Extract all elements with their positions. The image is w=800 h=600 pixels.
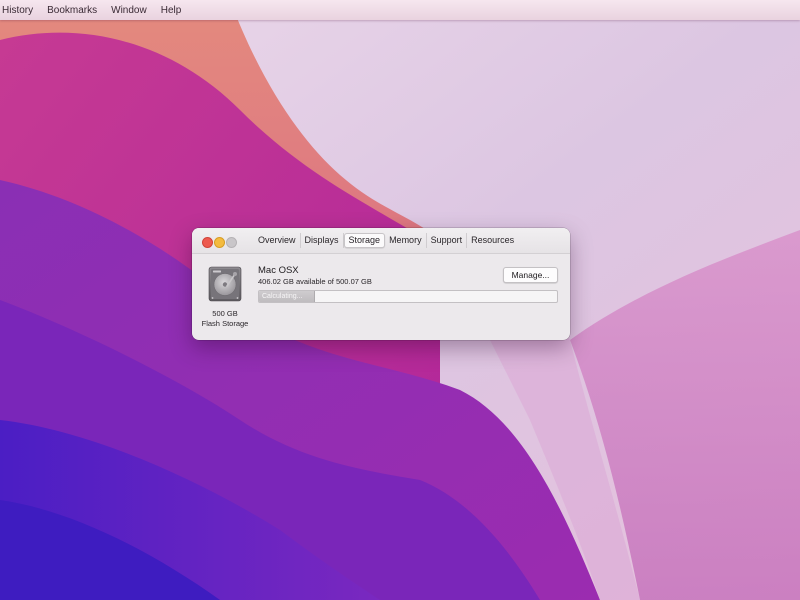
menu-help[interactable]: Help (161, 5, 182, 16)
about-this-mac-window: Overview Displays Storage Memory Support… (192, 228, 570, 340)
volume-name: Mac OSX (258, 265, 299, 276)
zoom-button (226, 237, 237, 248)
volume-availability: 406.02 GB available of 500.07 GB (258, 277, 372, 286)
hard-drive-icon (208, 266, 242, 302)
tab-support[interactable]: Support (427, 233, 468, 248)
menu-window[interactable]: Window (111, 5, 147, 16)
tab-storage[interactable]: Storage (343, 233, 386, 248)
minimize-button[interactable] (214, 237, 225, 248)
tab-memory[interactable]: Memory (385, 233, 427, 248)
drive-capacity-label: 500 GB (212, 309, 238, 318)
menu-history[interactable]: History (2, 5, 33, 16)
window-titlebar[interactable]: Overview Displays Storage Memory Support… (192, 228, 570, 254)
tab-displays[interactable]: Displays (301, 233, 344, 248)
drive-type-label: Flash Storage (201, 319, 249, 328)
menu-bar: History Bookmarks Window Help (0, 0, 800, 20)
storage-bar-label: Calculating... (262, 293, 303, 300)
tab-bar: Overview Displays Storage Memory Support… (254, 233, 518, 248)
tab-resources[interactable]: Resources (467, 233, 518, 248)
close-button[interactable] (202, 237, 213, 248)
tab-overview[interactable]: Overview (254, 233, 301, 248)
menu-bookmarks[interactable]: Bookmarks (47, 5, 97, 16)
manage-button[interactable]: Manage... (503, 267, 558, 283)
desktop: History Bookmarks Window Help Overview D… (0, 0, 800, 600)
storage-usage-bar: Calculating... (258, 290, 558, 303)
